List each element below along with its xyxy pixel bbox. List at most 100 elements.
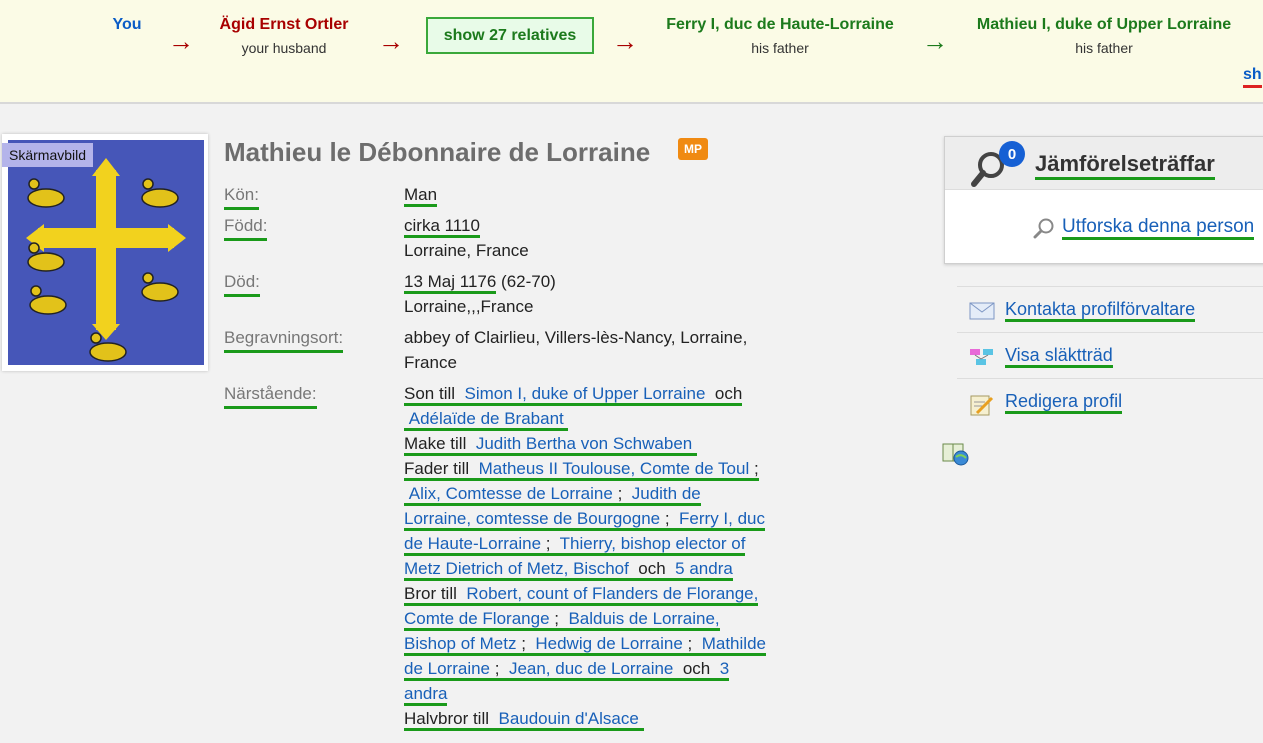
family-tree-icon	[970, 349, 993, 365]
search-icon	[1033, 218, 1054, 239]
relpath-father2[interactable]: Mathieu I, duke of Upper Lorraine his fa…	[960, 16, 1248, 56]
died-age: (62-70)	[496, 272, 556, 291]
died-date: 13 Maj 1176	[404, 272, 497, 294]
burial-value: abbey of Clairlieu, Villers-lès-Nancy, L…	[404, 325, 747, 375]
relpath-father1[interactable]: Ferry I, duc de Haute-Lorraine his fathe…	[650, 16, 910, 56]
relpath-you[interactable]: You	[106, 16, 148, 34]
relpath-husband[interactable]: Ägid Ernst Ortler your husband	[206, 16, 362, 56]
separator: ;	[554, 609, 559, 628]
sibling-link[interactable]: Mathilde	[702, 634, 766, 653]
profile-photo[interactable]	[2, 134, 208, 371]
arrow-icon: →	[378, 26, 404, 56]
relpath-husband-role: your husband	[241, 40, 327, 56]
and-text: och	[714, 384, 743, 403]
relatives-line: Son till Simon I, duke of Upper Lorraine…	[404, 384, 743, 406]
child-link[interactable]: Judith de	[632, 484, 701, 503]
family-tree-link[interactable]: Visa släktträd	[1005, 345, 1113, 368]
sibling-link[interactable]: de Lorraine	[404, 659, 490, 678]
book-globe-icon[interactable]	[942, 441, 970, 467]
relpath-father1-name[interactable]: Ferry I, duc de Haute-Lorraine	[650, 16, 910, 34]
edit-icon	[970, 395, 994, 416]
edit-profile-action[interactable]: Redigera profil	[957, 378, 1263, 423]
relpath-father2-name[interactable]: Mathieu I, duke of Upper Lorraine	[960, 16, 1248, 34]
relatives-line: de Lorraine ; Jean, duc de Lorraine och …	[404, 659, 730, 681]
separator: ;	[521, 634, 526, 653]
more-children-link[interactable]: 5 andra	[675, 559, 733, 578]
son-of-label: Son till	[404, 384, 456, 403]
sibling-link[interactable]: Bishop of Metz	[404, 634, 516, 653]
born-date: cirka 1110	[404, 216, 480, 238]
child-link[interactable]: Thierry, bishop elector of	[560, 534, 746, 553]
coat-of-arms-image	[8, 140, 204, 365]
brother-of-label: Bror till	[404, 584, 457, 603]
relatives-line: Bishop of Metz ; Hedwig de Lorraine ; Ma…	[404, 634, 766, 656]
child-link[interactable]: de Haute-Lorraine	[404, 534, 541, 553]
more-siblings-link[interactable]: andra	[404, 684, 447, 703]
sibling-link[interactable]: Robert, count of Flanders de Florange,	[466, 584, 758, 603]
relatives-list: Son till Simon I, duke of Upper Lorraine…	[404, 381, 766, 731]
separator: ;	[494, 659, 500, 678]
sibling-link[interactable]: Jean, duc de Lorraine	[509, 659, 673, 678]
screenshot-tag: Skärmavbild	[2, 143, 94, 167]
coat-of-arms-icon	[8, 140, 204, 365]
relpath-you-label[interactable]: You	[106, 16, 148, 34]
sibling-link[interactable]: Comte de Florange	[404, 609, 550, 628]
match-count-badge: 0	[999, 141, 1025, 167]
gender-label: Kön:	[224, 182, 259, 210]
mp-badge[interactable]: MP	[678, 138, 708, 160]
and-text: och	[682, 659, 711, 678]
explore-person-link[interactable]: Utforska denna person	[1062, 217, 1255, 240]
halfbrother-link[interactable]: Baudouin d'Alsace	[498, 709, 638, 728]
relatives-line: Bror till Robert, count of Flanders de F…	[404, 584, 759, 606]
separator: ;	[687, 634, 693, 653]
burial-line2: France	[404, 353, 457, 372]
relatives-label: Närstående:	[224, 381, 317, 409]
separator: ;	[545, 534, 551, 553]
compare-matches-panel: 0 Jämförelseträffar Utforska denna perso…	[944, 136, 1263, 264]
halfbrother-of-label: Halvbror till	[404, 709, 490, 728]
relatives-line: Halvbror till Baudouin d'Alsace	[404, 709, 644, 731]
truncated-link[interactable]: sh	[1243, 67, 1262, 88]
more-siblings-link[interactable]: 3	[720, 659, 729, 678]
contact-manager-action[interactable]: Kontakta profilförvaltare	[957, 286, 1263, 331]
child-link[interactable]: Ferry I, duc	[679, 509, 765, 528]
profile-name: Mathieu le Débonnaire de Lorraine	[224, 137, 651, 167]
compare-matches-title[interactable]: Jämförelseträffar	[1035, 153, 1215, 180]
sibling-link[interactable]: Hedwig de Lorraine	[535, 634, 682, 653]
child-link[interactable]: Matheus II Toulouse, Comte de Toul	[479, 459, 750, 478]
relatives-line: Alix, Comtesse de Lorraine ; Judith de	[404, 484, 701, 506]
arrow-icon: →	[922, 26, 948, 56]
relatives-line: Adélaïde de Brabant	[404, 409, 569, 431]
child-link[interactable]: Lorraine, comtesse de Bourgogne	[404, 509, 660, 528]
child-link[interactable]: Metz Dietrich of Metz, Bischof	[404, 559, 629, 578]
relatives-line: de Haute-Lorraine ; Thierry, bishop elec…	[404, 534, 746, 556]
relatives-line: andra	[404, 684, 448, 706]
born-label: Född:	[224, 213, 268, 241]
gender-text: Man	[404, 185, 438, 207]
parent-link[interactable]: Simon I, duke of Upper Lorraine	[464, 384, 705, 403]
born-value: cirka 1110 Lorraine, France	[404, 213, 529, 263]
child-link[interactable]: Alix, Comtesse de Lorraine	[409, 484, 613, 503]
compare-matches-header[interactable]: 0 Jämförelseträffar	[945, 137, 1263, 190]
died-place: Lorraine,,,France	[404, 297, 534, 316]
relpath-husband-name[interactable]: Ägid Ernst Ortler	[206, 16, 362, 34]
sibling-link[interactable]: Balduis de Lorraine,	[568, 609, 719, 628]
envelope-icon	[969, 302, 995, 320]
died-value: 13 Maj 1176 (62-70) Lorraine,,,France	[404, 269, 556, 319]
arrow-icon: →	[612, 26, 638, 56]
relatives-line: Make till Judith Bertha von Schwaben	[404, 434, 697, 456]
relatives-line: Metz Dietrich of Metz, Bischof och 5 and…	[404, 559, 733, 581]
relpath-father2-role: his father	[1075, 40, 1133, 56]
show-relatives-button[interactable]: show 27 relatives	[426, 17, 594, 54]
arrow-icon: →	[168, 26, 194, 56]
father-of-label: Fader till	[404, 459, 470, 478]
gender-value: Man	[404, 182, 438, 207]
relationship-path-bar: You → Ägid Ernst Ortler your husband → s…	[0, 0, 1263, 104]
relatives-line: Comte de Florange ; Balduis de Lorraine,	[404, 609, 720, 631]
family-tree-action[interactable]: Visa släktträd	[957, 332, 1263, 377]
parent-link[interactable]: Adélaïde de Brabant	[409, 409, 564, 428]
edit-profile-link[interactable]: Redigera profil	[1005, 391, 1123, 414]
wife-link[interactable]: Judith Bertha von Schwaben	[476, 434, 692, 453]
contact-manager-link[interactable]: Kontakta profilförvaltare	[1005, 299, 1196, 322]
relatives-line: Fader till Matheus II Toulouse, Comte de…	[404, 459, 759, 481]
